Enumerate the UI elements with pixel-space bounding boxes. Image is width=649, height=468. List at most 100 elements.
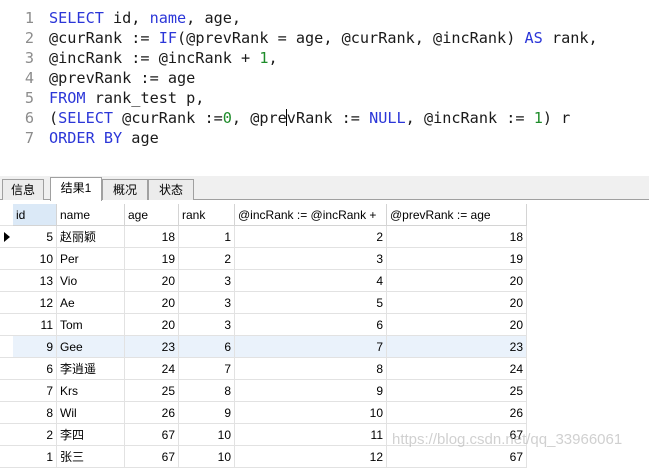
row-selector[interactable] (0, 424, 13, 446)
grid-cell[interactable]: 3 (179, 270, 235, 292)
grid-cell[interactable]: 24 (387, 358, 527, 380)
grid-cell[interactable]: 20 (387, 292, 527, 314)
grid-cell[interactable]: 7 (235, 336, 387, 358)
grid-cell[interactable]: 10 (13, 248, 57, 270)
grid-cell[interactable]: 8 (235, 358, 387, 380)
grid-cell[interactable]: 8 (13, 402, 57, 424)
grid-cell[interactable]: 10 (179, 424, 235, 446)
grid-cell[interactable]: 20 (387, 314, 527, 336)
grid-cell[interactable]: 10 (179, 446, 235, 468)
grid-cell[interactable]: 23 (387, 336, 527, 358)
code-line[interactable]: 6 (SELECT @curRank :=0, @prevRank := NULL… (0, 108, 649, 128)
grid-cell[interactable]: 18 (125, 226, 179, 248)
tab-info[interactable]: 信息 (2, 179, 44, 200)
grid-cell[interactable]: 20 (125, 314, 179, 336)
grid-cell[interactable]: 1 (179, 226, 235, 248)
row-selector[interactable] (0, 314, 13, 336)
grid-cell[interactable]: 张三 (57, 446, 125, 468)
grid-cell[interactable]: 67 (125, 424, 179, 446)
tab-result1[interactable]: 结果1 (50, 177, 102, 201)
tab-status[interactable]: 状态 (148, 179, 194, 200)
code-line[interactable]: 7 ORDER BY age (0, 128, 649, 148)
grid-cell[interactable]: 6 (179, 336, 235, 358)
col-header-name[interactable]: name (57, 204, 125, 226)
grid-cell[interactable]: Per (57, 248, 125, 270)
code-text[interactable]: @prevRank := age (49, 68, 195, 88)
grid-cell[interactable]: 23 (125, 336, 179, 358)
grid-cell[interactable]: 25 (387, 380, 527, 402)
grid-cell[interactable]: 5 (13, 226, 57, 248)
grid-cell[interactable]: 李逍遥 (57, 358, 125, 380)
code-text[interactable]: (SELECT @curRank :=0, @prevRank := NULL,… (49, 108, 570, 128)
grid-cell[interactable]: 6 (13, 358, 57, 380)
grid-cell[interactable]: Ae (57, 292, 125, 314)
code-text[interactable]: ORDER BY age (49, 128, 159, 148)
grid-cell[interactable]: 9 (13, 336, 57, 358)
grid-cell[interactable]: 4 (235, 270, 387, 292)
code-line[interactable]: 1 SELECT id, name, age, (0, 8, 649, 28)
code-line[interactable]: 4 @prevRank := age (0, 68, 649, 88)
grid-cell[interactable]: 11 (235, 424, 387, 446)
code-line[interactable]: 2 @curRank := IF(@prevRank = age, @curRan… (0, 28, 649, 48)
grid-cell[interactable]: 7 (13, 380, 57, 402)
current-row-indicator[interactable] (0, 226, 13, 248)
row-selector[interactable] (0, 270, 13, 292)
grid-cell[interactable]: 26 (387, 402, 527, 424)
code-line[interactable]: 3 @incRank := @incRank + 1, (0, 48, 649, 68)
grid-cell[interactable]: 3 (179, 314, 235, 336)
grid-cell[interactable]: 12 (235, 446, 387, 468)
row-selector[interactable] (0, 336, 13, 358)
grid-cell[interactable]: 3 (235, 248, 387, 270)
code-line[interactable]: 5 FROM rank_test p, (0, 88, 649, 108)
col-header-rank[interactable]: rank (179, 204, 235, 226)
grid-cell[interactable]: Vio (57, 270, 125, 292)
grid-cell[interactable]: 18 (387, 226, 527, 248)
code-text[interactable]: @incRank := @incRank + 1, (49, 48, 278, 68)
tab-profile[interactable]: 概况 (102, 179, 148, 200)
grid-cell[interactable]: 9 (235, 380, 387, 402)
grid-cell[interactable]: Wil (57, 402, 125, 424)
grid-cell[interactable]: 67 (387, 446, 527, 468)
grid-cell[interactable]: 12 (13, 292, 57, 314)
code-text[interactable]: SELECT id, name, age, (49, 8, 241, 28)
grid-cell[interactable]: 13 (13, 270, 57, 292)
grid-cell[interactable]: 19 (387, 248, 527, 270)
row-selector[interactable] (0, 292, 13, 314)
row-selector[interactable] (0, 446, 13, 468)
grid-cell[interactable]: 20 (387, 270, 527, 292)
grid-cell[interactable]: Gee (57, 336, 125, 358)
grid-cell[interactable]: 9 (179, 402, 235, 424)
grid-cell[interactable]: 25 (125, 380, 179, 402)
grid-cell[interactable]: 67 (125, 446, 179, 468)
col-header-prevrank[interactable]: @prevRank := age (387, 204, 527, 226)
grid-cell[interactable]: 7 (179, 358, 235, 380)
col-header-incrank[interactable]: @incRank := @incRank + (235, 204, 387, 226)
grid-cell[interactable]: 20 (125, 292, 179, 314)
grid-cell[interactable]: 19 (125, 248, 179, 270)
grid-cell[interactable]: 1 (13, 446, 57, 468)
result-grid[interactable]: id name age rank @incRank := @incRank + @prev… (0, 202, 649, 468)
row-selector[interactable] (0, 248, 13, 270)
grid-cell[interactable]: Krs (57, 380, 125, 402)
grid-cell[interactable]: 8 (179, 380, 235, 402)
grid-cell[interactable]: 6 (235, 314, 387, 336)
grid-cell[interactable]: 赵丽颖 (57, 226, 125, 248)
grid-cell[interactable]: 5 (235, 292, 387, 314)
grid-cell[interactable]: 11 (13, 314, 57, 336)
code-text[interactable]: FROM rank_test p, (49, 88, 204, 108)
grid-cell[interactable]: 2 (13, 424, 57, 446)
row-selector[interactable] (0, 358, 13, 380)
grid-cell[interactable]: 2 (235, 226, 387, 248)
grid-cell[interactable]: Tom (57, 314, 125, 336)
row-selector[interactable] (0, 402, 13, 424)
grid-cell[interactable]: 10 (235, 402, 387, 424)
sql-editor[interactable]: 1 SELECT id, name, age, 2 @curRank := IF(@p… (0, 0, 649, 176)
grid-cell[interactable]: 3 (179, 292, 235, 314)
col-header-id[interactable]: id (13, 204, 57, 226)
grid-cell[interactable]: 2 (179, 248, 235, 270)
row-selector[interactable] (0, 380, 13, 402)
code-text[interactable]: @curRank := IF(@prevRank = age, @curRank… (49, 28, 598, 48)
grid-cell[interactable]: 24 (125, 358, 179, 380)
grid-cell[interactable]: 20 (125, 270, 179, 292)
grid-cell[interactable]: 李四 (57, 424, 125, 446)
